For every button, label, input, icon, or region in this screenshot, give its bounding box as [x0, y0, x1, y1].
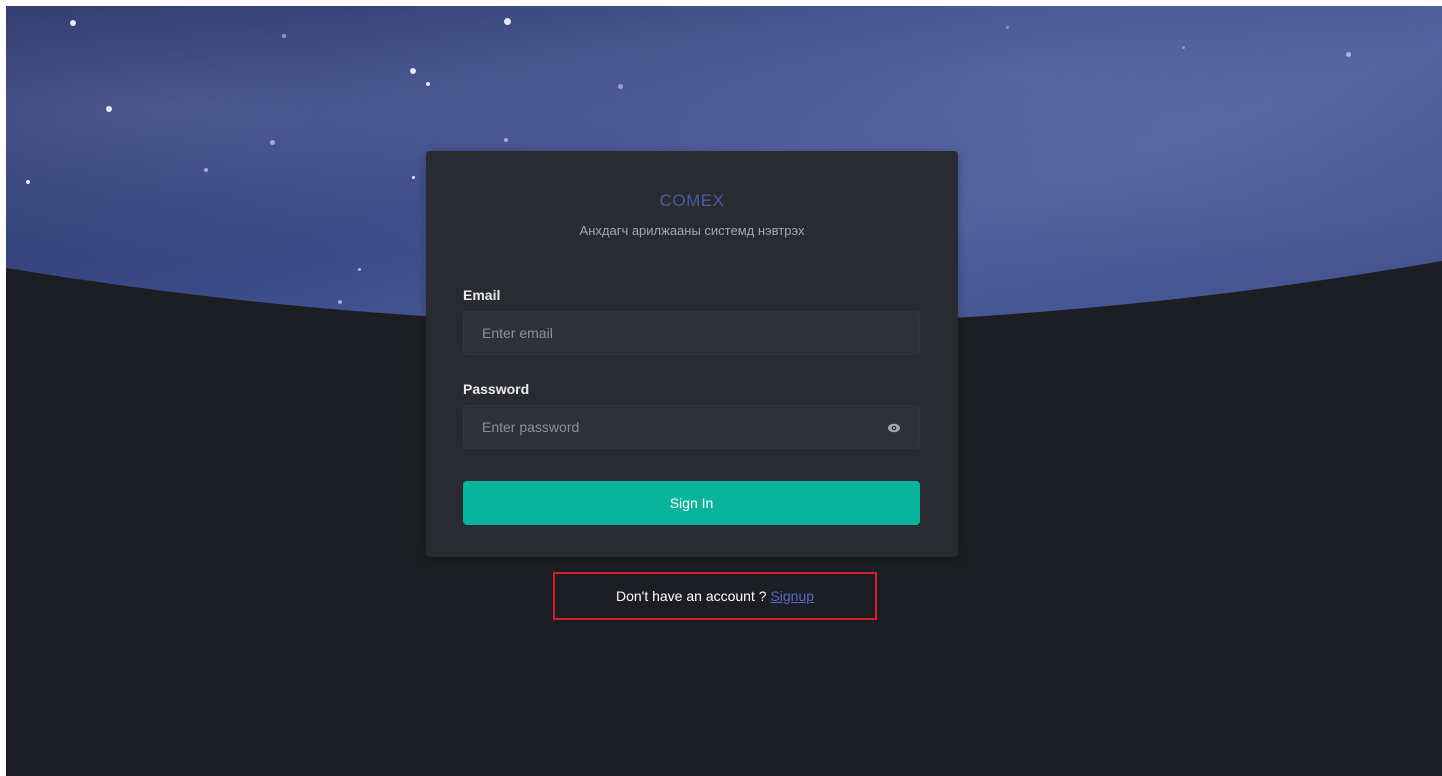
password-field-wrapper	[463, 405, 920, 449]
login-card: COMEX Анхдагч арилжааны системд нэвтрэх …	[426, 151, 958, 557]
email-field-wrapper	[463, 311, 920, 355]
eye-icon[interactable]	[887, 421, 901, 435]
signup-prompt: Don't have an account ? Signup	[555, 588, 875, 604]
brand-title: COMEX	[659, 191, 725, 210]
login-page: COMEX Анхдагч арилжааны системд нэвтрэх …	[6, 6, 1442, 776]
sign-in-button[interactable]: Sign In	[463, 481, 920, 525]
page-subtitle: Анхдагч арилжааны системд нэвтрэх	[579, 223, 805, 238]
password-label: Password	[463, 381, 530, 397]
signup-prompt-text: Don't have an account ?	[615, 588, 767, 604]
email-label: Email	[463, 287, 501, 303]
signup-highlight-box: Don't have an account ? Signup	[553, 572, 877, 620]
email-input[interactable]	[464, 312, 919, 354]
signup-link[interactable]: Signup	[770, 588, 814, 604]
password-input[interactable]	[464, 406, 919, 448]
